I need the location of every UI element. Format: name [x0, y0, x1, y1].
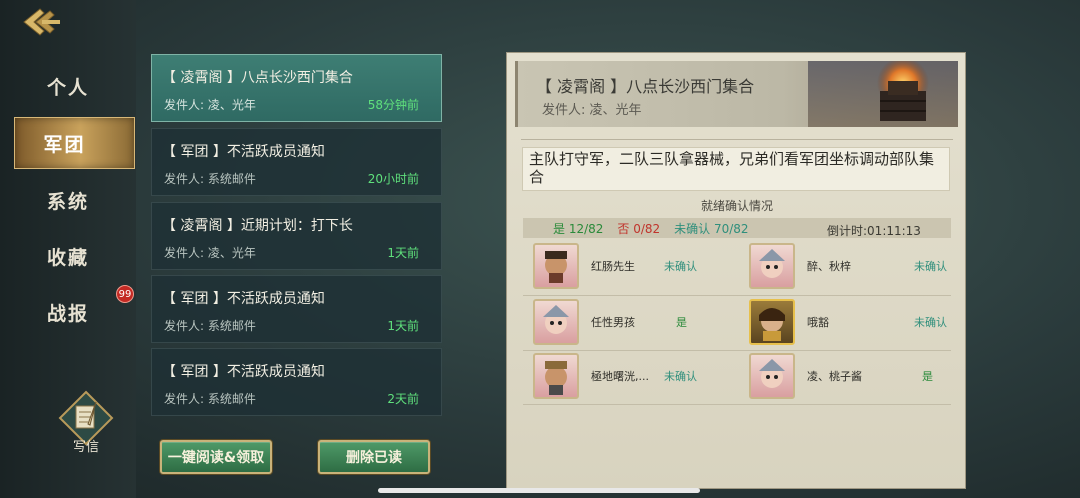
member-name: 任性男孩	[591, 316, 635, 329]
member-name: 醉、秋梓	[807, 260, 851, 273]
member-entry[interactable]: 红肠先生 未确认	[523, 241, 737, 293]
sidebar-item-label: 战报	[46, 302, 89, 325]
mail-title: 【 军团 】不活跃成员通知	[162, 144, 325, 160]
mail-sender: 发件人: 凌、光年	[164, 98, 256, 112]
member-name: 凌、桃子酱	[807, 370, 862, 383]
mail-title: 【 军团 】不活跃成员通知	[162, 364, 325, 380]
stat-no: 否 0/82	[617, 221, 661, 236]
write-letter-label: 写信	[72, 440, 99, 455]
member-status: 是	[922, 370, 933, 383]
avatar	[749, 353, 795, 399]
avatar	[533, 243, 579, 289]
member-entry[interactable]: 哦豁 未确认	[739, 297, 953, 349]
sidebar-item-favorites[interactable]: 收藏	[0, 230, 136, 282]
member-status: 未确认	[664, 260, 697, 273]
mail-detail-sender: 发件人: 凌、光年	[542, 103, 642, 118]
countdown-timer: 倒计时:01:11:13	[827, 224, 921, 238]
confirm-section-title: 就绪确认情况	[700, 199, 773, 213]
member-entry[interactable]: 醉、秋梓 未确认	[739, 241, 953, 293]
mail-item[interactable]: 【 凌霄阁 】近期计划：打下长 发件人: 凌、光年 1天前	[151, 202, 442, 270]
mail-sender: 发件人: 系统邮件	[164, 172, 256, 186]
mail-title: 【 凌霄阁 】近期计划：打下长	[162, 218, 353, 234]
member-name: 红肠先生	[591, 260, 635, 273]
member-status: 是	[676, 316, 687, 329]
mail-item[interactable]: 【 军团 】不活跃成员通知 发件人: 系统邮件 1天前	[151, 275, 442, 343]
avatar	[533, 299, 579, 345]
confirm-stats-bar: 是 12/82 否 0/82 未确认 70/82 倒计时:01:11:13	[523, 218, 951, 238]
row-divider	[523, 404, 951, 405]
mail-item[interactable]: 【 凌霄阁 】八点长沙西门集合 发件人: 凌、光年 58分钟前	[151, 54, 442, 122]
sidebar: 个人 军团 系统 收藏 战报 99 写信	[0, 0, 136, 498]
back-arrow-icon[interactable]	[20, 6, 64, 38]
member-status: 未确认	[914, 316, 947, 329]
mail-time: 20小时前	[367, 172, 419, 186]
sidebar-item-system[interactable]: 系统	[0, 174, 136, 226]
stat-yes: 是 12/82	[553, 221, 604, 236]
avatar	[749, 243, 795, 289]
sidebar-item-personal[interactable]: 个人	[0, 60, 136, 112]
mail-time: 1天前	[387, 319, 419, 333]
mail-time: 1天前	[387, 246, 419, 260]
member-status: 未确认	[914, 260, 947, 273]
mail-detail-panel: 【 凌霄阁 】八点长沙西门集合 发件人: 凌、光年 主队打守军，二队三队拿器械，…	[506, 52, 966, 489]
member-entry[interactable]: 凌、桃子酱 是	[739, 351, 953, 403]
avatar	[533, 353, 579, 399]
mail-sender: 发件人: 系统邮件	[164, 319, 256, 333]
home-indicator[interactable]	[378, 488, 700, 493]
mail-item[interactable]: 【 军团 】不活跃成员通知 发件人: 系统邮件 2天前	[151, 348, 442, 416]
delete-read-button[interactable]: 删除已读	[318, 440, 430, 474]
mail-detail-header: 【 凌霄阁 】八点长沙西门集合 发件人: 凌、光年	[515, 61, 958, 127]
read-all-claim-button[interactable]: 一键阅读&领取	[160, 440, 272, 474]
burning-tower-image	[808, 61, 958, 127]
row-divider	[523, 295, 951, 296]
mail-sender: 发件人: 系统邮件	[164, 392, 256, 406]
mail-item[interactable]: 【 军团 】不活跃成员通知 发件人: 系统邮件 20小时前	[151, 128, 442, 196]
sidebar-item-label: 系统	[46, 190, 89, 213]
sidebar-item-label: 收藏	[46, 246, 89, 269]
member-name: 哦豁	[807, 316, 829, 329]
member-entry[interactable]: 任性男孩 是	[523, 297, 737, 349]
mail-detail-title: 【 凌霄阁 】八点长沙西门集合	[536, 77, 755, 96]
member-name: 極地曙洸,...	[591, 370, 649, 383]
mail-content: 主队打守军，二队三队拿器械，兄弟们看军团坐标调动部队集合	[522, 147, 950, 191]
mail-sender: 发件人: 凌、光年	[164, 246, 256, 260]
avatar	[749, 299, 795, 345]
mail-time: 58分钟前	[367, 98, 419, 112]
member-entry[interactable]: 極地曙洸,... 未确认	[523, 351, 737, 403]
mail-title: 【 军团 】不活跃成员通知	[162, 291, 325, 307]
member-status: 未确认	[664, 370, 697, 383]
mail-time: 2天前	[387, 392, 419, 406]
mail-title: 【 凌霄阁 】八点长沙西门集合	[162, 70, 353, 86]
sidebar-item-label: 军团	[43, 133, 86, 156]
divider	[521, 139, 953, 140]
sidebar-item-label: 个人	[46, 76, 89, 99]
unread-badge: 99	[116, 285, 134, 303]
stat-unconfirmed: 未确认 70/82	[674, 221, 749, 236]
sidebar-item-legion[interactable]: 军团	[14, 117, 135, 169]
